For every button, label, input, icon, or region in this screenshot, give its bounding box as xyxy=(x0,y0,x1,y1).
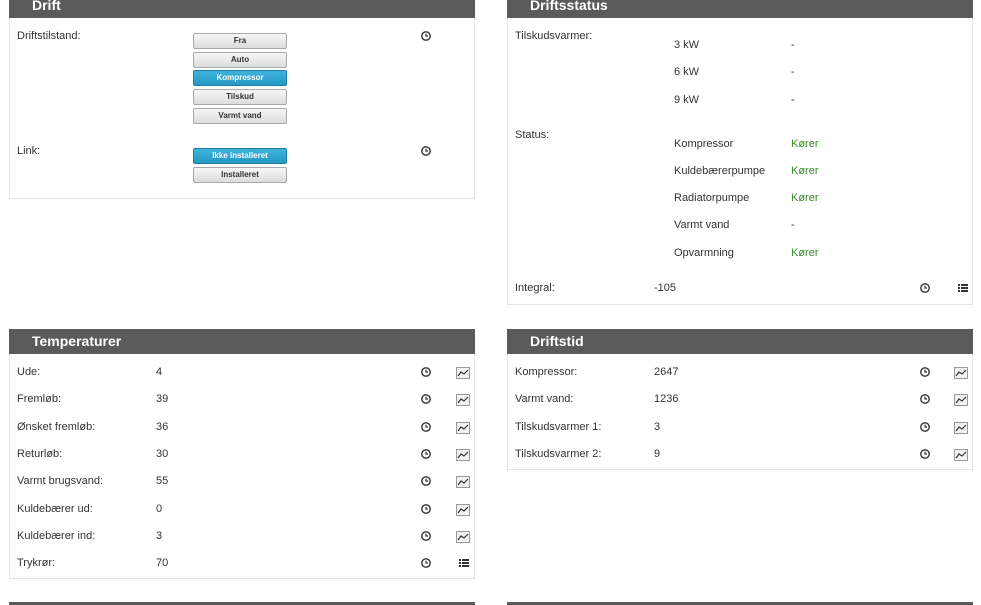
chart-icon[interactable] xyxy=(456,394,470,406)
tilskud-row-value: - xyxy=(791,66,795,78)
tilskud-label: Tilskudsvarmer: xyxy=(515,30,593,42)
driftstid-panel: Driftstid Kompressor: 2647 Varmt vand: 1… xyxy=(507,329,973,470)
clock-icon[interactable] xyxy=(919,393,931,405)
status-row-value: Kører xyxy=(791,247,819,259)
mode-button-auto[interactable]: Auto xyxy=(193,52,287,68)
status-row-value: Kører xyxy=(791,192,819,204)
temp-label: Ude: xyxy=(17,366,41,378)
driftstid-label: Tilskudsvarmer 2: xyxy=(515,448,602,460)
chart-icon[interactable] xyxy=(456,422,470,434)
driftstid-label: Tilskudsvarmer 1: xyxy=(515,421,602,433)
driftstid-label: Kompressor: xyxy=(515,366,578,378)
temp-value: 55 xyxy=(156,475,169,487)
temp-value: 39 xyxy=(156,393,169,405)
status-row-name: Opvarmning xyxy=(674,247,734,259)
clock-icon[interactable] xyxy=(420,448,432,460)
temp-value: 4 xyxy=(156,366,163,378)
driftstid-value: 9 xyxy=(654,448,661,460)
clock-icon[interactable] xyxy=(420,366,432,378)
clock-icon[interactable] xyxy=(420,393,432,405)
driftstid-value: 1236 xyxy=(654,393,679,405)
link-label: Link: xyxy=(17,145,41,157)
tilskud-row-value: - xyxy=(791,94,795,106)
tilskud-row-name: 3 kW xyxy=(674,39,700,51)
temp-value: 0 xyxy=(156,503,163,515)
driftstid-panel-title: Driftstid xyxy=(507,329,973,354)
chart-icon[interactable] xyxy=(456,476,470,488)
drift-panel-title: Drift xyxy=(9,0,475,18)
integral-label: Integral: xyxy=(515,282,555,294)
temp-label: Varmt brugsvand: xyxy=(17,475,104,487)
temp-value: 36 xyxy=(156,421,169,433)
temp-label: Returløb: xyxy=(17,448,63,460)
temperaturer-panel-title: Temperaturer xyxy=(9,329,475,354)
status-row-value: Kører xyxy=(791,165,819,177)
temp-value: 3 xyxy=(156,530,163,542)
clock-icon[interactable] xyxy=(420,530,432,542)
status-row-name: Varmt vand xyxy=(674,219,730,231)
driftstid-label: Varmt vand: xyxy=(515,393,574,405)
drift-panel: Drift Driftstilstand: Fra Auto Kompresso… xyxy=(9,0,475,199)
chart-icon[interactable] xyxy=(456,531,470,543)
status-row-name: Kuldebærerpumpe xyxy=(674,165,766,177)
link-button-installeret[interactable]: Installeret xyxy=(193,167,287,183)
driftsstatus-panel-title: Driftsstatus xyxy=(507,0,973,18)
link-button-ikke-installeret[interactable]: Ikke installeret xyxy=(193,148,287,164)
clock-icon[interactable] xyxy=(420,421,432,433)
chart-icon[interactable] xyxy=(456,367,470,379)
clock-icon[interactable] xyxy=(919,366,931,378)
clock-icon[interactable] xyxy=(420,503,432,515)
status-row-name: Radiatorpumpe xyxy=(674,192,750,204)
driftsstatus-panel: Driftsstatus Tilskudsvarmer: 3 kW - 6 kW… xyxy=(507,0,973,305)
status-row-name: Kompressor xyxy=(674,138,734,150)
clock-icon[interactable] xyxy=(919,282,931,294)
mode-button-fra[interactable]: Fra xyxy=(193,33,287,49)
temp-label: Kuldebærer ind: xyxy=(17,530,96,542)
status-row-value: - xyxy=(791,219,795,231)
driftstid-value: 2647 xyxy=(654,366,679,378)
clock-icon[interactable] xyxy=(420,30,432,42)
temp-label: Kuldebærer ud: xyxy=(17,503,93,515)
temp-label: Ønsket fremløb: xyxy=(17,421,96,433)
chart-icon[interactable] xyxy=(456,449,470,461)
mode-button-kompressor[interactable]: Kompressor xyxy=(193,70,287,86)
clock-icon[interactable] xyxy=(420,145,432,157)
status-row-value: Kører xyxy=(791,138,819,150)
mode-button-varmt-vand[interactable]: Varmt vand xyxy=(193,108,287,124)
tilskud-row-value: - xyxy=(791,39,795,51)
chart-icon[interactable] xyxy=(954,422,968,434)
list-icon[interactable] xyxy=(957,282,969,294)
integral-value: -105 xyxy=(654,282,677,294)
clock-icon[interactable] xyxy=(420,557,432,569)
clock-icon[interactable] xyxy=(919,448,931,460)
chart-icon[interactable] xyxy=(954,367,968,379)
temp-value: 30 xyxy=(156,448,169,460)
mode-label: Driftstilstand: xyxy=(17,30,81,42)
temp-value: 70 xyxy=(156,557,169,569)
chart-icon[interactable] xyxy=(954,449,968,461)
chart-icon[interactable] xyxy=(456,504,470,516)
status-label: Status: xyxy=(515,129,550,141)
chart-icon[interactable] xyxy=(954,394,968,406)
tilskud-row-name: 6 kW xyxy=(674,66,700,78)
list-icon[interactable] xyxy=(458,557,470,569)
tilskud-row-name: 9 kW xyxy=(674,94,700,106)
mode-button-tilskud[interactable]: Tilskud xyxy=(193,89,287,105)
clock-icon[interactable] xyxy=(420,475,432,487)
temp-label: Trykrør: xyxy=(17,557,56,569)
driftstid-value: 3 xyxy=(654,421,661,433)
temp-label: Fremløb: xyxy=(17,393,61,405)
temperaturer-panel: Temperaturer Ude: 4 Fremløb: 39 Ønsket f… xyxy=(9,329,475,579)
clock-icon[interactable] xyxy=(919,421,931,433)
